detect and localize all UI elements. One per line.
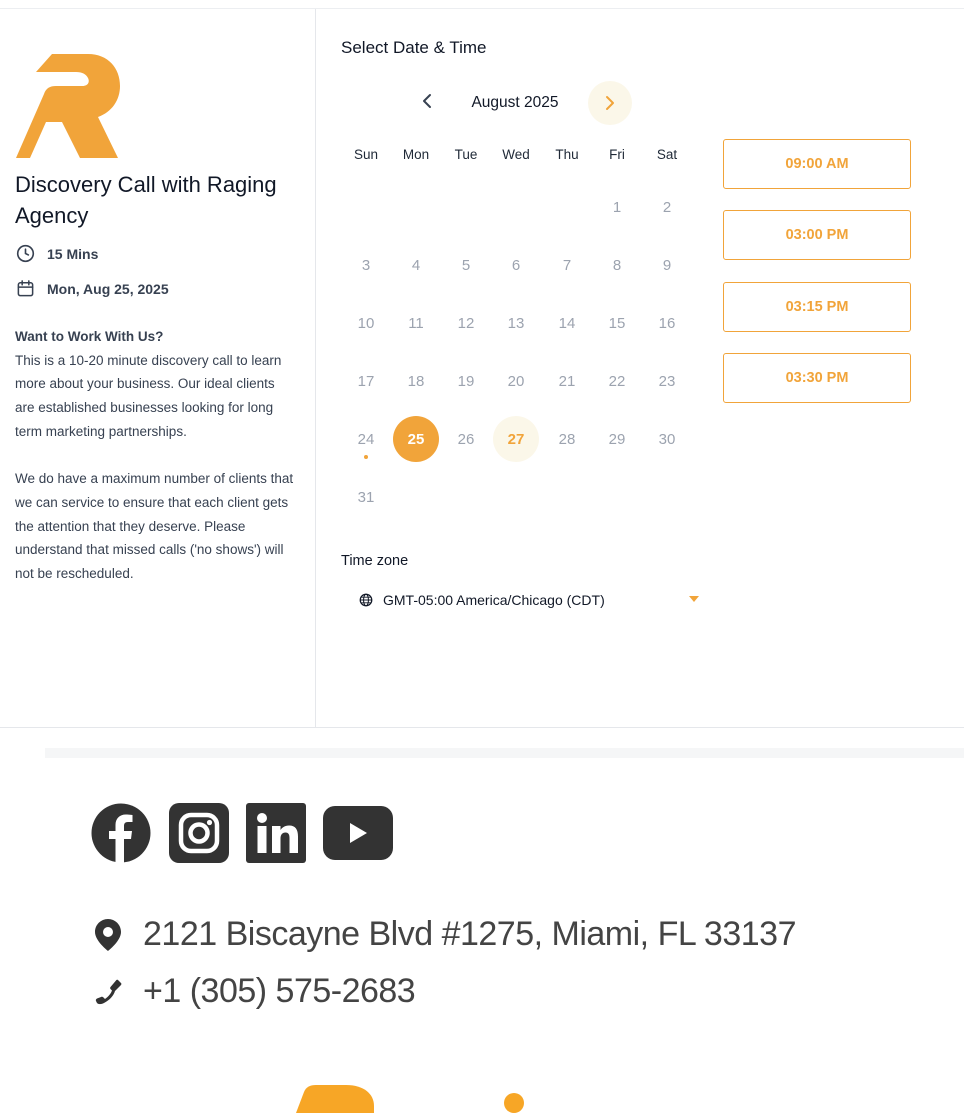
facebook-link[interactable] (91, 803, 151, 863)
calendar-day-1: 1 (612, 198, 622, 216)
date-time-panel: Select Date & Time August 2025 Sun Mon Tue… (317, 9, 964, 728)
time-slot-button[interactable]: 03:30 PM (723, 353, 911, 403)
globe-icon (359, 593, 373, 607)
next-month-button[interactable] (588, 81, 632, 125)
duration-text: 15 Mins (47, 245, 99, 262)
calendar-day-16: 16 (658, 314, 676, 332)
linkedin-icon (246, 803, 306, 863)
chevron-right-icon (606, 96, 614, 110)
weekday-mon: Mon (402, 147, 430, 162)
weekday-thu: Thu (555, 147, 579, 162)
calendar-day-26: 26 (457, 430, 475, 448)
facebook-icon (91, 803, 151, 863)
calendar-day-9: 9 (662, 256, 672, 274)
description-paragraph-2: We do have a maximum number of clients t… (15, 471, 294, 582)
calendar-day-22: 22 (608, 372, 626, 390)
event-title: Discovery Call with Raging Agency (15, 172, 277, 228)
today-marker (364, 455, 368, 459)
calendar-day-17: 17 (357, 372, 375, 390)
timezone-label: Time zone (341, 553, 409, 569)
select-date-heading: Select Date & Time (341, 38, 487, 57)
calendar-day-8: 8 (612, 256, 622, 274)
event-duration: 15 Mins (16, 244, 98, 263)
event-date: Mon, Aug 25, 2025 (16, 279, 169, 298)
previous-month-button[interactable] (415, 89, 439, 113)
clock-icon (16, 244, 35, 263)
booking-widget: Discovery Call with Raging Agency 15 Min… (0, 8, 964, 728)
chevron-left-icon (423, 94, 431, 108)
calendar-day-4: 4 (411, 256, 421, 274)
calendar-day-7: 7 (562, 256, 572, 274)
calendar-day-15: 15 (608, 314, 626, 332)
calendar-day-18: 18 (407, 372, 425, 390)
calendar-day-19: 19 (457, 372, 475, 390)
calendar-day-20: 20 (507, 372, 525, 390)
section-divider (45, 748, 964, 758)
calendar-day-21: 21 (558, 372, 576, 390)
instagram-icon (169, 803, 229, 863)
date-text: Mon, Aug 25, 2025 (47, 280, 169, 297)
event-description: Want to Work With Us? This is a 10-20 mi… (15, 325, 295, 621)
phone-line: +1 (305) 575-2683 (95, 972, 416, 1011)
footer-logo (296, 1085, 524, 1113)
phone-text[interactable]: +1 (305) 575-2683 (143, 972, 416, 1011)
description-heading: Want to Work With Us? (15, 329, 164, 344)
calendar-day-25[interactable]: 25 (393, 416, 439, 462)
calendar-day-29: 29 (608, 430, 626, 448)
time-slot-button[interactable]: 03:00 PM (723, 210, 911, 260)
calendar-day-10: 10 (357, 314, 375, 332)
timezone-select[interactable]: GMT-05:00 America/Chicago (CDT) (359, 589, 699, 611)
calendar-day-3: 3 (361, 256, 371, 274)
weekday-wed: Wed (502, 147, 530, 162)
address-line: 2121 Biscayne Blvd #1275, Miami, FL 3313… (95, 915, 796, 954)
calendar-day-11: 11 (408, 314, 424, 332)
phone-icon (95, 979, 122, 1004)
map-pin-icon (95, 918, 121, 951)
calendar-day-23: 23 (658, 372, 676, 390)
calendar-day-12: 12 (457, 314, 475, 332)
calendar-day-13: 13 (507, 314, 525, 332)
youtube-icon (323, 806, 393, 860)
calendar-day-28: 28 (558, 430, 576, 448)
time-slot-button[interactable]: 03:15 PM (723, 282, 911, 332)
linkedin-link[interactable] (246, 803, 306, 863)
weekday-sat: Sat (656, 147, 678, 162)
raging-agency-logo (16, 54, 120, 158)
month-label: August 2025 (471, 94, 559, 111)
calendar-icon (17, 280, 34, 297)
address-text[interactable]: 2121 Biscayne Blvd #1275, Miami, FL 3313… (143, 915, 796, 954)
event-details-panel: Discovery Call with Raging Agency 15 Min… (0, 9, 316, 728)
calendar-day-2: 2 (662, 198, 672, 216)
calendar-day-6: 6 (511, 256, 521, 274)
calendar-day-5: 5 (461, 256, 471, 274)
weekday-sun: Sun (353, 147, 379, 162)
weekday-tue: Tue (454, 147, 478, 162)
description-spacer (15, 444, 295, 468)
timezone-value: GMT-05:00 America/Chicago (CDT) (383, 592, 605, 608)
description-paragraph-1: This is a 10-20 minute discovery call to… (15, 352, 282, 439)
calendar-day-31: 31 (357, 488, 375, 506)
calendar-day-30: 30 (658, 430, 676, 448)
youtube-link[interactable] (323, 803, 393, 863)
calendar-day-14: 14 (558, 314, 576, 332)
weekday-fri: Fri (609, 147, 625, 162)
instagram-link[interactable] (169, 803, 229, 863)
chevron-down-icon (689, 596, 699, 602)
calendar-day-27[interactable]: 27 (493, 416, 539, 462)
time-slot-button[interactable]: 09:00 AM (723, 139, 911, 189)
